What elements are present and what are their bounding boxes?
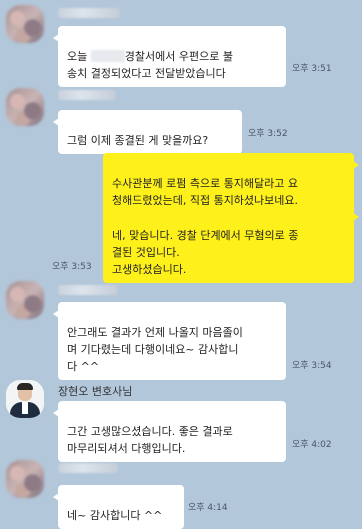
- sender-avatar[interactable]: [6, 5, 44, 43]
- lawyer-avatar[interactable]: [6, 380, 44, 418]
- message-bubble-7: 네~ 감사합니다 ^^: [53, 485, 184, 529]
- message-6-text: 그간 고생많으셨습니다. 좋은 결과로 마무리되셔서 다행입니다.: [67, 425, 233, 455]
- message-time: 오후 4:14: [188, 503, 228, 513]
- message-1-line1: 경찰서에서 우편으로 불: [124, 50, 233, 63]
- outgoing-bubble-2: 네, 맞습니다. 경찰 단계에서 무혐의로 종 결된 것입니다. 고생하셨습니다…: [103, 205, 359, 283]
- message-1-prefix: 오늘: [67, 50, 91, 63]
- message-bubble-6: 그간 고생많으셨습니다. 좋은 결과로 마무리되셔서 다행입니다.: [53, 401, 286, 462]
- redacted-text: [90, 50, 125, 62]
- message-1-line2: 송치 결정되었다고 전달받았습니다: [67, 67, 226, 80]
- message-bubble-2: 그럼 이제 종결된 게 맞을까요?: [53, 110, 242, 154]
- sender-name: 장현오 변호사님: [58, 385, 133, 398]
- sender-name-redacted: [58, 8, 120, 18]
- message-time: 오후 3:51: [292, 64, 332, 74]
- sender-avatar[interactable]: [6, 281, 44, 319]
- sender-avatar[interactable]: [6, 88, 44, 126]
- message-4-text: 네, 맞습니다. 경찰 단계에서 무혐의로 종 결된 것입니다. 고생하셨습니다…: [112, 229, 299, 276]
- sender-avatar[interactable]: [6, 460, 44, 498]
- sender-name-redacted: [58, 463, 118, 473]
- message-time: 오후 4:02: [292, 440, 332, 450]
- message-2-text: 그럼 이제 종결된 게 맞을까요?: [67, 134, 209, 147]
- sender-name-redacted: [58, 90, 116, 100]
- message-7-text: 네~ 감사합니다 ^^: [67, 509, 163, 522]
- message-time: 오후 3:54: [292, 361, 332, 371]
- message-time: 오후 3:53: [52, 262, 92, 272]
- message-bubble-1: 오늘 경찰서에서 우편으로 불송치 결정되었다고 전달받았습니다: [53, 26, 286, 87]
- message-time: 오후 3:52: [248, 129, 288, 139]
- message-5-text: 안그래도 결과가 언제 나올지 마음졸이 며 기다렸는데 다행이네요~ 감사합니…: [67, 326, 243, 373]
- sender-name-redacted: [58, 285, 118, 295]
- message-3-text: 수사관분께 로펌 측으로 통지해달라고 요 청해드렸었는데, 직접 통지하셨나보…: [112, 177, 299, 207]
- message-bubble-5: 안그래도 결과가 언제 나올지 마음졸이 며 기다렸는데 다행이네요~ 감사합니…: [53, 302, 286, 380]
